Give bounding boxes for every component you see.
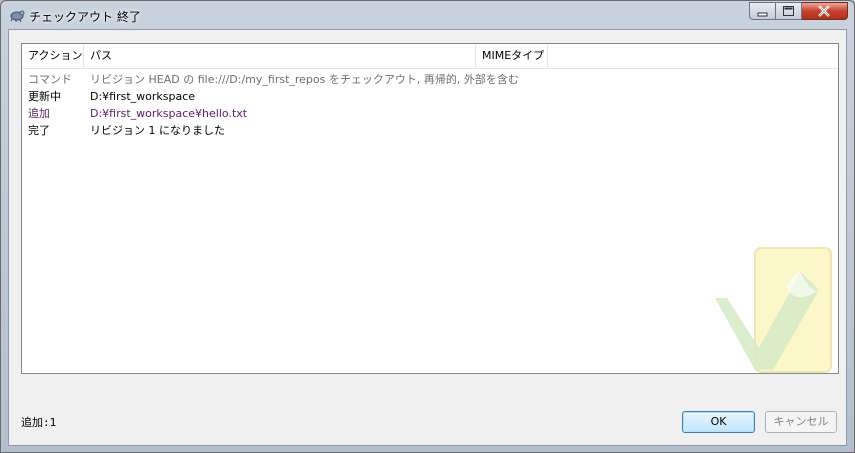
status-summary: 追加:1 (21, 416, 57, 429)
list-header: アクション パス MIMEタイプ (22, 44, 838, 69)
caption-buttons (749, 2, 848, 20)
column-header-path[interactable]: パス (84, 44, 476, 68)
row-action: コマンド (28, 73, 72, 86)
tortoise-icon (10, 10, 25, 23)
minimize-button[interactable] (749, 2, 776, 20)
row-action: 完了 (28, 124, 50, 137)
row-path: D:¥first_workspace¥hello.txt (90, 107, 248, 120)
checkmark-icon (715, 247, 832, 373)
list-item[interactable]: コマンド リビジョン HEAD の file:///D:/my_first_re… (22, 71, 838, 88)
list-item[interactable]: 追加 D:¥first_workspace¥hello.txt (22, 105, 838, 122)
list-item[interactable]: 完了 リビジョン 1 になりました (22, 122, 838, 139)
window-title: チェックアウト 終了 (29, 10, 141, 24)
ok-button[interactable]: OK (682, 411, 755, 433)
column-header-action[interactable]: アクション (22, 44, 84, 68)
row-path: リビジョン HEAD の file:///D:/my_first_repos を… (90, 73, 519, 86)
cancel-button[interactable]: キャンセル (765, 411, 837, 433)
close-icon (818, 5, 830, 17)
row-path: D:¥first_workspace (90, 90, 196, 103)
row-action: 更新中 (28, 90, 61, 103)
dialog-client-area: アクション パス MIMEタイプ コマンド リビジョン HEAD の file:… (8, 29, 847, 446)
row-path: リビジョン 1 になりました (90, 124, 225, 137)
column-header-mime[interactable]: MIMEタイプ (476, 44, 548, 68)
list-item[interactable]: 更新中 D:¥first_workspace (22, 88, 838, 105)
results-list[interactable]: アクション パス MIMEタイプ コマンド リビジョン HEAD の file:… (21, 43, 839, 374)
maximize-button[interactable] (776, 2, 802, 20)
row-action: 追加 (28, 107, 50, 120)
minimize-icon (757, 12, 768, 17)
close-button[interactable] (802, 2, 848, 20)
maximize-icon (783, 6, 794, 16)
dialog-window: チェックアウト 終了 アクション パス MIMEタイプ コマンド リビジョン H… (0, 0, 855, 453)
title-bar[interactable]: チェックアウト 終了 (1, 1, 854, 29)
